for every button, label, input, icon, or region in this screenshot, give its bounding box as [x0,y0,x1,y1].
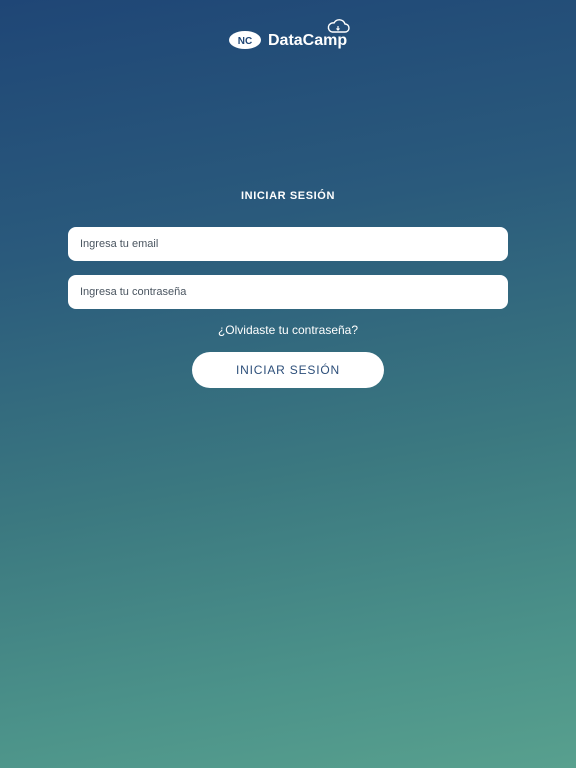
email-input[interactable] [68,227,508,261]
brand-logo: NC DataCamp [226,18,352,52]
cloud-icon [327,19,350,33]
login-title: INICIAR SESIÓN [241,190,335,202]
brand-name: DataCamp [268,32,348,49]
password-input[interactable] [68,275,508,309]
login-button[interactable]: INICIAR SESIÓN [192,352,384,388]
datacamp-badge-icon: NC [229,31,261,49]
forgot-password-link[interactable]: ¿Olvidaste tu contraseña? [0,323,576,337]
badge-text: NC [238,36,252,47]
